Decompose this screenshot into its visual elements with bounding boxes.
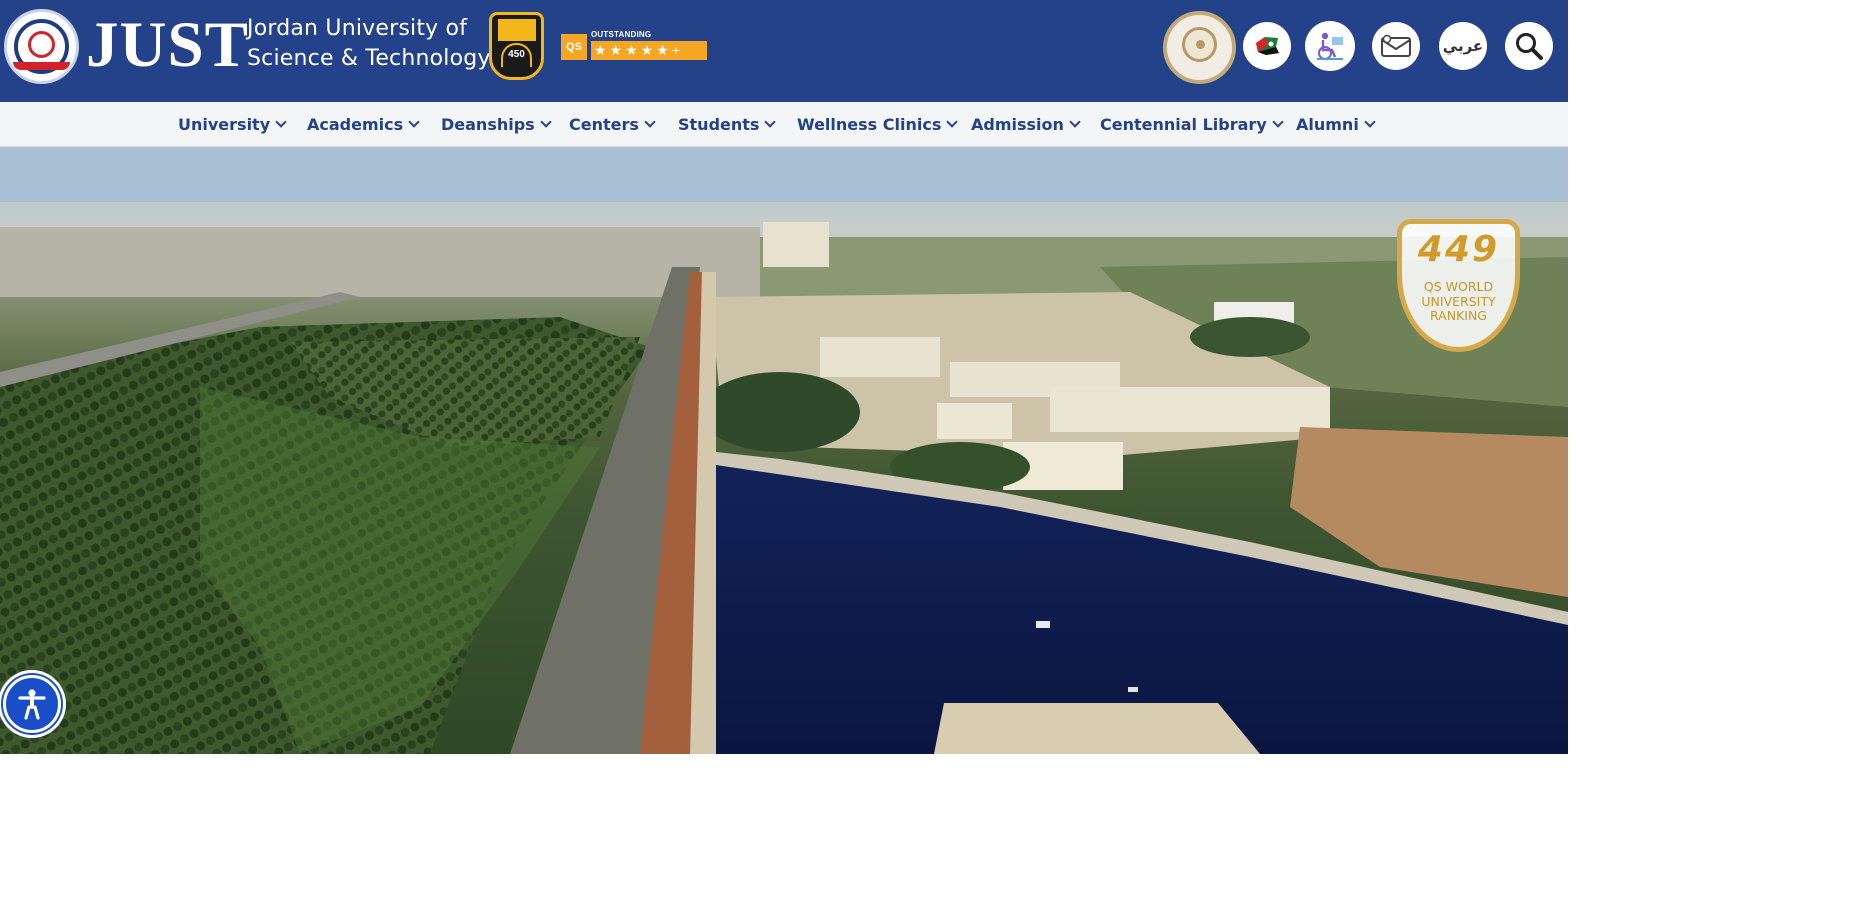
chevron-down-icon xyxy=(408,116,420,128)
accessibility-widget-button[interactable] xyxy=(0,670,66,738)
qs-world-ranking-text: QS WORLD UNIVERSITY RANKING xyxy=(1397,279,1520,324)
qs-world-ranking-line1: QS WORLD xyxy=(1423,279,1494,294)
university-name-line2: Science & Technology xyxy=(247,46,491,71)
world-ranking-badge[interactable]: 450 xyxy=(489,12,544,80)
qs-world-ranking-line2: UNIVERSITY xyxy=(1421,293,1496,309)
chevron-down-icon xyxy=(1364,116,1376,128)
hero-campus-video: 449 QS WORLD UNIVERSITY RANKING xyxy=(0,147,1568,754)
chevron-down-icon xyxy=(764,116,777,128)
university-seal-logo[interactable] xyxy=(4,9,79,84)
university-name-line1: Jordan University of xyxy=(247,16,468,41)
nav-centers-label: Centers xyxy=(569,115,639,134)
just-logo-text[interactable]: JUST xyxy=(86,8,249,82)
search-icon[interactable] xyxy=(1505,22,1553,70)
seal-of-excellence-icon[interactable] xyxy=(1163,11,1236,84)
nav-university-label: University xyxy=(178,115,271,134)
nav-centennial-library[interactable]: Centennial Library xyxy=(1100,115,1284,134)
university-name[interactable]: Jordan University of Science & Technolog… xyxy=(247,14,491,74)
qs-mark: QS xyxy=(561,34,587,60)
nav-students-label: Students xyxy=(678,115,760,134)
qs-world-ranking-number: 449 xyxy=(1417,229,1500,270)
nav-university[interactable]: University xyxy=(178,115,287,134)
nav-admission-label: Admission xyxy=(971,115,1064,134)
accessibility-services-icon[interactable] xyxy=(1305,21,1355,71)
aerial-campus-image xyxy=(0,147,1568,754)
nav-deanships[interactable]: Deanships xyxy=(441,115,552,134)
nav-wellness-clinics-label: Wellness Clinics xyxy=(797,115,942,134)
nav-alumni[interactable]: Alumni xyxy=(1296,115,1376,134)
email-icon[interactable] xyxy=(1372,22,1420,70)
qs-stars-rating: ★★★★★+ xyxy=(591,41,707,60)
nav-wellness-clinics[interactable]: Wellness Clinics xyxy=(797,115,959,134)
chevron-down-icon xyxy=(540,116,552,128)
chevron-down-icon xyxy=(946,116,959,128)
qs-world-ranking-line3: RANKING xyxy=(1429,308,1487,323)
qs-world-ranking-badge: 449 QS WORLD UNIVERSITY RANKING xyxy=(1397,219,1520,352)
arabic-language-link[interactable]: عربي xyxy=(1439,22,1487,70)
nav-alumni-label: Alumni xyxy=(1296,115,1359,134)
nav-admission[interactable]: Admission xyxy=(971,115,1081,134)
main-navigation: University Academics Deanships Centers S… xyxy=(0,102,1568,147)
chevron-down-icon xyxy=(1069,116,1081,128)
qs-stars-badge[interactable]: QS OUTSTANDING ★★★★★+ xyxy=(561,30,707,60)
nav-centers[interactable]: Centers xyxy=(569,115,656,134)
qs-stars-label: OUTSTANDING xyxy=(591,30,652,39)
nav-students[interactable]: Students xyxy=(678,115,777,134)
chevron-down-icon xyxy=(275,116,287,128)
site-header: JUST Jordan University of Science & Tech… xyxy=(0,0,1568,102)
chevron-down-icon xyxy=(1272,116,1284,128)
nav-academics-label: Academics xyxy=(307,115,404,134)
gaza-support-icon[interactable] xyxy=(1243,22,1291,70)
chevron-down-icon xyxy=(644,116,656,128)
nav-academics[interactable]: Academics xyxy=(307,115,420,134)
nav-deanships-label: Deanships xyxy=(441,115,535,134)
world-ranking-number: 450 xyxy=(508,49,525,60)
accessibility-person-icon xyxy=(3,675,61,733)
nav-centennial-library-label: Centennial Library xyxy=(1100,115,1267,134)
